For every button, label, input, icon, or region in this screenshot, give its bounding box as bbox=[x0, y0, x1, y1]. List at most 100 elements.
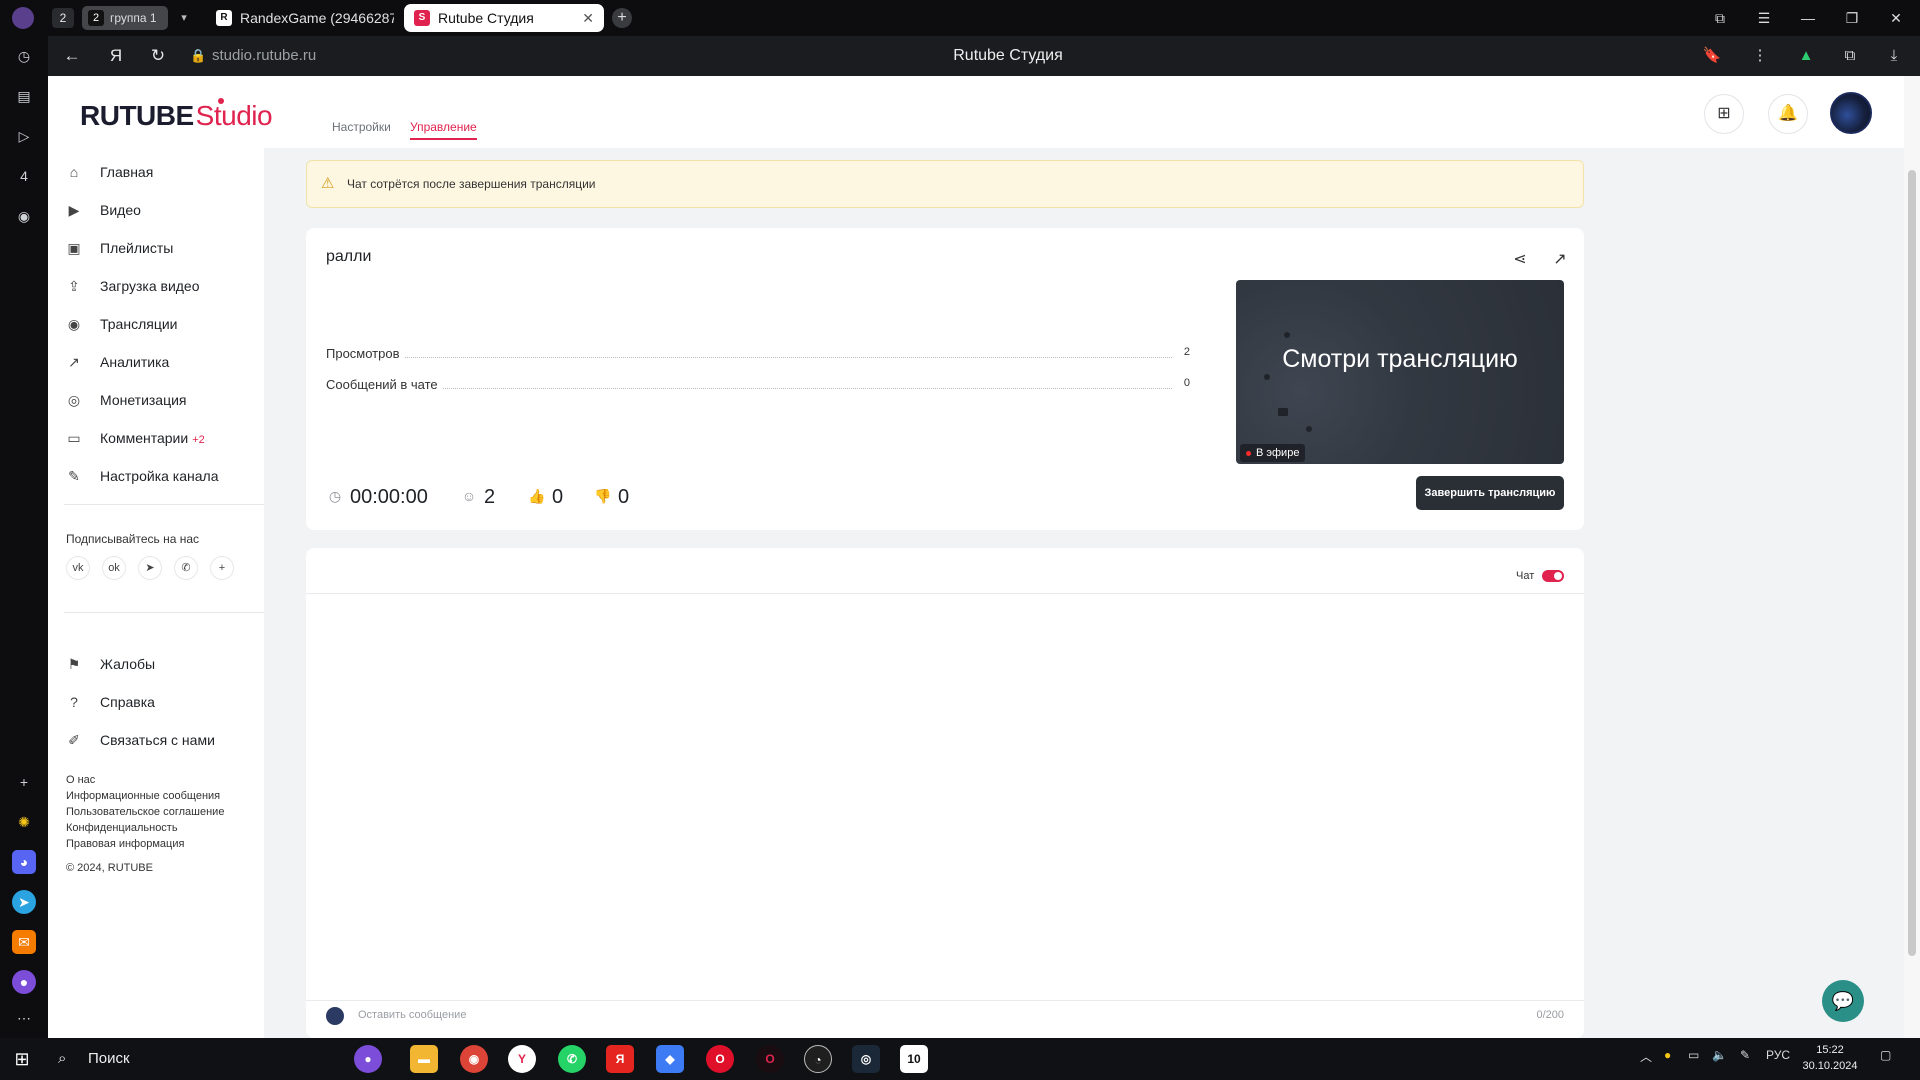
taskbar-search[interactable]: ⌕ Поиск bbox=[48, 1044, 334, 1074]
sidebar-item-home[interactable]: ⌂ Главная bbox=[64, 158, 264, 186]
extensions-icon[interactable]: ⧉ bbox=[1838, 44, 1862, 68]
sidebar-item-upload[interactable]: ⇪ Загрузка видео bbox=[64, 272, 264, 300]
sidebar-item-broadcasts[interactable]: ◉ Трансляции bbox=[64, 310, 264, 338]
sidebar-item-contact[interactable]: ✐ Связаться с нами bbox=[64, 726, 264, 754]
ok-icon[interactable]: ok bbox=[102, 556, 126, 580]
tray-chevron-icon[interactable]: ︿ bbox=[1640, 1048, 1652, 1065]
explorer-app-icon[interactable]: ▬ bbox=[410, 1045, 438, 1073]
close-icon[interactable]: ✕ bbox=[582, 4, 594, 32]
end-broadcast-button[interactable]: Завершить трансляцию bbox=[1416, 476, 1564, 510]
reload-icon[interactable]: ↻ bbox=[146, 44, 170, 68]
footer-link-legal[interactable]: Правовая информация bbox=[66, 837, 184, 851]
tab-settings[interactable]: Настройки bbox=[332, 120, 391, 134]
footer-link-about[interactable]: О нас bbox=[66, 773, 95, 787]
tab-rutube-studio[interactable]: S Rutube Студия ✕ bbox=[404, 4, 604, 32]
discord-icon[interactable]: ◕ bbox=[12, 850, 36, 874]
add-panel-icon[interactable]: + bbox=[12, 770, 36, 794]
stat-value: 2 bbox=[1179, 346, 1190, 358]
vk-icon[interactable]: vk bbox=[66, 556, 90, 580]
download-icon[interactable]: ⤓ bbox=[1882, 44, 1906, 68]
yandex-icon[interactable]: Я bbox=[104, 44, 128, 68]
taskbar-clock[interactable]: 15:22 30.10.2024 bbox=[1800, 1042, 1860, 1074]
notifications-button[interactable]: 🔔 bbox=[1768, 94, 1808, 134]
footer-link-privacy[interactable]: Конфиденциальность bbox=[66, 821, 178, 835]
support-chat-button[interactable]: 💬 bbox=[1822, 980, 1864, 1022]
notification-center-icon[interactable]: ▢ bbox=[1880, 1048, 1891, 1062]
new-tab-button[interactable]: + bbox=[612, 8, 632, 28]
chevron-down-icon[interactable]: ▾ bbox=[174, 8, 194, 28]
gem-app-icon[interactable]: ◆ bbox=[656, 1045, 684, 1073]
steam-app-icon[interactable]: ◎ bbox=[852, 1045, 880, 1073]
bookmarks-panel-icon[interactable]: ⧉ bbox=[1708, 6, 1732, 30]
address-bar: ← Я ↻ 🔒 studio.rutube.ru Rutube Студия 🔖… bbox=[48, 36, 1920, 76]
profile-icon[interactable] bbox=[12, 7, 34, 29]
sun-icon[interactable]: ✺ bbox=[12, 810, 36, 834]
sidebar-item-help[interactable]: ? Справка bbox=[64, 688, 264, 716]
restore-icon[interactable]: ❐ bbox=[1840, 6, 1864, 30]
language-indicator[interactable]: РУС bbox=[1766, 1048, 1790, 1062]
yandex-app-icon[interactable]: Я bbox=[606, 1045, 634, 1073]
telegram-social-icon[interactable]: ➤ bbox=[138, 556, 162, 580]
app-10-icon[interactable]: 10 bbox=[900, 1045, 928, 1073]
history-icon[interactable]: ◷ bbox=[12, 44, 36, 68]
share-icon[interactable]: ⋖ bbox=[1508, 248, 1532, 272]
opera-app-icon[interactable]: O bbox=[706, 1045, 734, 1073]
external-link-icon[interactable]: ↗ bbox=[1548, 248, 1572, 272]
browser-tab-bar: 2 2 группа 1 ▾ R RandexGame (29466287) S… bbox=[0, 0, 1920, 36]
url-field[interactable]: 🔒 studio.rutube.ru bbox=[184, 43, 316, 69]
screenshot-icon[interactable]: ◉ bbox=[12, 204, 36, 228]
more-socials-icon[interactable]: + bbox=[210, 556, 234, 580]
back-icon[interactable]: ← bbox=[60, 44, 84, 68]
collections-icon[interactable]: ▤ bbox=[12, 84, 36, 108]
sidebar-item-comments[interactable]: ▭ Комментарии +2 bbox=[64, 424, 264, 452]
minimize-icon[interactable]: — bbox=[1796, 6, 1820, 30]
alice-icon[interactable]: ● bbox=[12, 970, 36, 994]
mail-icon[interactable]: ✉ bbox=[12, 930, 36, 954]
network-icon[interactable]: ▭ bbox=[1688, 1048, 1699, 1062]
more-icon[interactable]: ⋯ bbox=[12, 1006, 36, 1030]
page-scrollbar[interactable] bbox=[1904, 76, 1920, 1038]
footer-link-agreement[interactable]: Пользовательское соглашение bbox=[66, 805, 224, 819]
stream-preview[interactable]: Смотри трансляцию В эфире bbox=[1236, 280, 1564, 464]
kebab-menu-icon[interactable]: ⋮ bbox=[1748, 44, 1772, 68]
pen-tray-icon[interactable]: ✎ bbox=[1740, 1048, 1750, 1062]
play-icon[interactable]: ▷ bbox=[12, 124, 36, 148]
rutube-studio-logo[interactable]: RUTUBEStudio bbox=[80, 98, 273, 132]
viber-icon[interactable]: ✆ bbox=[174, 556, 198, 580]
close-window-icon[interactable]: ✕ bbox=[1884, 6, 1908, 30]
sidebar-item-analytics[interactable]: ↗ Аналитика bbox=[64, 348, 264, 376]
telegram-icon[interactable]: ➤ bbox=[12, 890, 36, 914]
bell-icon: 🔔 bbox=[1778, 105, 1798, 122]
yandex-browser-app-icon[interactable]: Y bbox=[508, 1045, 536, 1073]
opera-gx-app-icon[interactable]: O bbox=[756, 1045, 784, 1073]
whatsapp-app-icon[interactable]: ✆ bbox=[558, 1045, 586, 1073]
chrome-app-icon[interactable]: ◉ bbox=[460, 1045, 488, 1073]
alice-app-icon[interactable]: ● bbox=[354, 1045, 382, 1073]
footer-link-info[interactable]: Информационные сообщения bbox=[66, 789, 220, 803]
sidebar-item-playlists[interactable]: ▣ Плейлисты bbox=[64, 234, 264, 262]
sidebar-item-label: Аналитика bbox=[100, 354, 170, 370]
sidebar-item-complaints[interactable]: ⚑ Жалобы bbox=[64, 650, 264, 678]
sidebar-item-channel-settings[interactable]: ✎ Настройка канала bbox=[64, 462, 264, 490]
app-4-icon[interactable]: 4 bbox=[12, 164, 36, 188]
sidebar-item-monetization[interactable]: ◎ Монетизация bbox=[64, 386, 264, 414]
windows-start-icon[interactable]: ⊞ bbox=[10, 1047, 34, 1071]
extension-icon[interactable]: ▲ bbox=[1794, 44, 1818, 68]
chat-input[interactable]: Оставить сообщение bbox=[358, 1009, 466, 1021]
chart-app-icon[interactable]: ◔ bbox=[804, 1045, 832, 1073]
sidebar-item-video[interactable]: ▶ Видео bbox=[64, 196, 264, 224]
tray-app-icon[interactable]: ● bbox=[1664, 1048, 1671, 1062]
tab-management[interactable]: Управление bbox=[410, 120, 477, 140]
tab-count[interactable]: 2 bbox=[52, 8, 74, 28]
broadcast-icon: ◉ bbox=[67, 316, 81, 332]
menu-icon[interactable]: ☰ bbox=[1752, 6, 1776, 30]
create-button[interactable]: ⊞ bbox=[1704, 94, 1744, 134]
bookmark-icon[interactable]: 🔖 bbox=[1700, 44, 1724, 68]
tab-randexgame[interactable]: R RandexGame (29466287) bbox=[206, 4, 394, 32]
tab-group[interactable]: 2 группа 1 bbox=[82, 6, 168, 30]
chat-toggle[interactable] bbox=[1542, 570, 1564, 582]
upload-icon: ⇪ bbox=[68, 278, 80, 294]
volume-icon[interactable]: 🔈 bbox=[1712, 1048, 1727, 1062]
scrollbar-thumb[interactable] bbox=[1908, 170, 1916, 956]
avatar[interactable] bbox=[1830, 92, 1872, 134]
